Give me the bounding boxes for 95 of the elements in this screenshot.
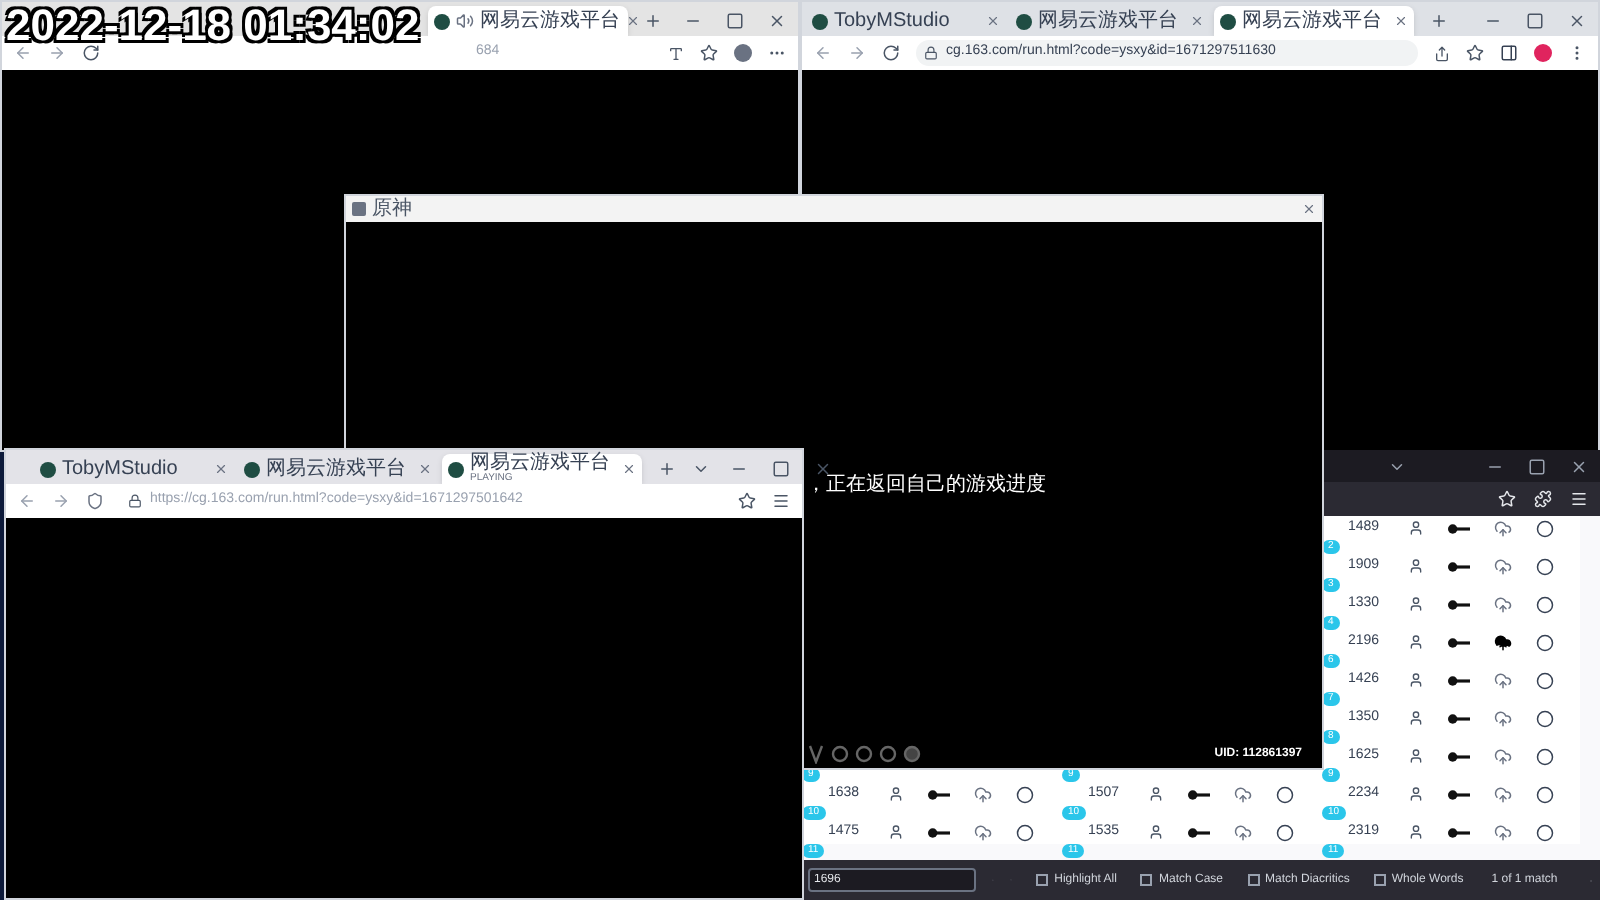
user-icon: [1408, 634, 1424, 650]
favicon-icon: [244, 461, 260, 477]
circle-icon[interactable]: [1276, 785, 1294, 803]
bookmark-star-icon[interactable]: [1466, 44, 1484, 62]
close-tab-icon[interactable]: [1190, 14, 1204, 28]
reload-icon[interactable]: [82, 44, 100, 62]
circle-icon[interactable]: [1536, 519, 1554, 537]
user-icon: [1408, 672, 1424, 688]
favicon-icon: [1016, 13, 1032, 29]
circle-icon[interactable]: [1536, 595, 1554, 613]
profile-avatar[interactable]: [734, 44, 752, 62]
favicon-icon: [434, 13, 450, 29]
share-icon[interactable]: [1434, 45, 1450, 61]
user-icon: [1408, 558, 1424, 574]
new-tab-icon[interactable]: [1430, 12, 1448, 30]
menu-icon[interactable]: [772, 492, 790, 510]
user-icon: [888, 824, 904, 840]
circle-icon[interactable]: [1276, 823, 1294, 841]
key-icon: [928, 827, 950, 837]
user-icon: [888, 786, 904, 802]
timestamp-overlay: 2022-12-18 01:34:02: [6, 4, 420, 48]
maximize-icon[interactable]: [1528, 457, 1546, 475]
user-icon: [1408, 520, 1424, 536]
close-tab-icon[interactable]: [1394, 14, 1408, 28]
browser-tab[interactable]: 网易云游戏平台: [238, 454, 438, 484]
back-icon[interactable]: [14, 44, 32, 62]
maximize-icon[interactable]: [726, 12, 744, 30]
circle-icon[interactable]: [1016, 823, 1034, 841]
favicon-icon: [1220, 13, 1236, 29]
key-icon: [928, 789, 950, 799]
key-icon: [1448, 827, 1470, 837]
key-icon: [1448, 675, 1470, 685]
browser-tab[interactable]: TobyMStudio: [34, 454, 234, 484]
key-icon: [1448, 523, 1470, 533]
extensions-icon[interactable]: [1534, 490, 1552, 508]
key-icon: [1188, 827, 1210, 837]
favicon-icon: [40, 461, 56, 477]
new-tab-icon[interactable]: [658, 460, 676, 478]
reload-icon[interactable]: [882, 44, 900, 62]
key-icon: [1448, 599, 1470, 609]
forward-icon[interactable]: [848, 44, 866, 62]
user-icon: [1408, 786, 1424, 802]
lock-icon: [128, 494, 142, 508]
shield-icon[interactable]: [86, 492, 104, 510]
read-aloud-icon[interactable]: [668, 45, 684, 61]
lock-icon: [924, 46, 938, 60]
bookmark-star-icon[interactable]: [700, 44, 718, 62]
user-icon: [1148, 786, 1164, 802]
circle-icon[interactable]: [1016, 785, 1034, 803]
circle-icon[interactable]: [1536, 785, 1554, 803]
key-icon: [1448, 751, 1470, 761]
back-icon[interactable]: [814, 44, 832, 62]
close-tab-icon[interactable]: [214, 462, 228, 476]
circle-icon[interactable]: [1536, 633, 1554, 651]
key-icon: [1448, 637, 1470, 647]
favicon-icon: [812, 13, 828, 29]
favicon-icon: [448, 461, 464, 477]
maximize-icon[interactable]: [772, 460, 790, 478]
user-icon: [1148, 824, 1164, 840]
window-title: 原神: [372, 199, 412, 219]
circle-icon[interactable]: [1536, 709, 1554, 727]
forward-icon[interactable]: [52, 492, 70, 510]
app-icon: [352, 202, 366, 216]
key-icon: [1188, 789, 1210, 799]
browser-tab[interactable]: 网易云游戏平台: [1010, 6, 1210, 36]
key-icon: [1448, 561, 1470, 571]
menu-icon[interactable]: [1570, 490, 1588, 508]
browser-tab[interactable]: 网易云游戏平台: [1214, 6, 1414, 36]
circle-icon[interactable]: [1536, 823, 1554, 841]
user-icon: [1408, 710, 1424, 726]
speaker-icon[interactable]: [456, 12, 474, 30]
game-toolbar-drawing: [806, 744, 926, 764]
side-panel-icon[interactable]: [1500, 44, 1518, 62]
key-icon: [1448, 789, 1470, 799]
circle-icon[interactable]: [1536, 671, 1554, 689]
cloud-icon[interactable]: [1494, 633, 1512, 651]
user-icon: [1408, 596, 1424, 612]
new-tab-icon[interactable]: [644, 12, 662, 30]
key-icon: [1448, 713, 1470, 723]
close-tab-icon[interactable]: [622, 462, 636, 476]
browser-tab[interactable]: TobyMStudio: [806, 6, 1006, 36]
maximize-icon[interactable]: [1526, 12, 1544, 30]
close-tab-icon[interactable]: [418, 462, 432, 476]
circle-icon[interactable]: [1536, 557, 1554, 575]
loading-message: ，正在返回自己的游戏进度: [806, 471, 1048, 500]
back-icon[interactable]: [18, 492, 36, 510]
close-tab-icon[interactable]: [986, 14, 1000, 28]
profile-avatar[interactable]: [1534, 44, 1552, 62]
chevron-down-icon[interactable]: [692, 460, 710, 478]
user-icon: [1408, 824, 1424, 840]
bookmark-star-icon[interactable]: [738, 492, 756, 510]
circle-icon[interactable]: [1536, 747, 1554, 765]
forward-icon[interactable]: [48, 44, 66, 62]
close-tab-icon[interactable]: [626, 14, 640, 28]
user-icon: [1408, 748, 1424, 764]
